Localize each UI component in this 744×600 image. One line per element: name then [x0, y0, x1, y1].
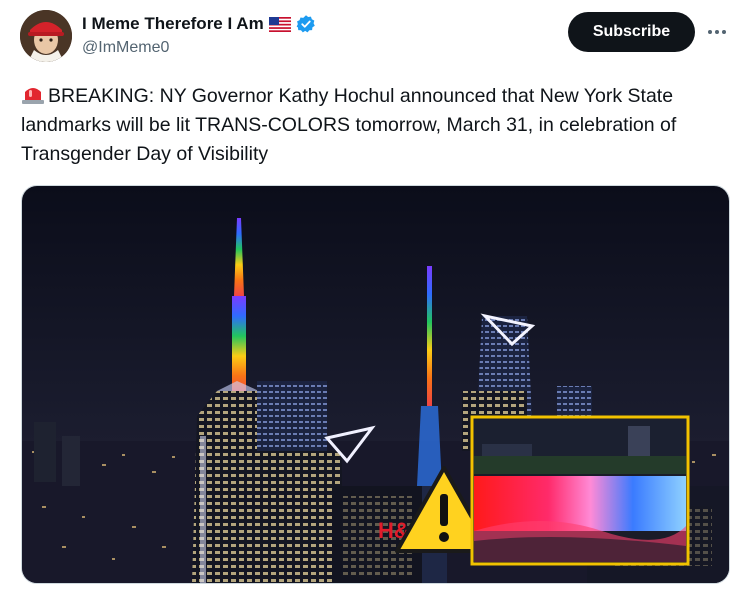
rotating-light-icon — [22, 88, 44, 104]
tweet-text: BREAKING: NY Governor Kathy Hochul annou… — [21, 82, 711, 169]
more-options-icon[interactable] — [704, 22, 730, 42]
skyline-photo: H&M — [22, 186, 729, 583]
us-flag-icon — [268, 16, 291, 32]
author-handle[interactable]: @ImMeme0 — [82, 39, 169, 57]
author-display-name[interactable]: I Meme Therefore I Am — [82, 14, 264, 34]
verified-badge-icon[interactable] — [296, 14, 316, 34]
avatar-portrait — [20, 10, 72, 62]
author-avatar[interactable] — [20, 10, 72, 62]
niagara-inset — [470, 415, 690, 566]
author-name-row: I Meme Therefore I Am — [82, 14, 316, 34]
tweet-body: BREAKING: NY Governor Kathy Hochul annou… — [21, 85, 677, 165]
subscribe-button[interactable]: Subscribe — [568, 12, 695, 52]
tweet-media[interactable]: H&M — [21, 185, 730, 584]
